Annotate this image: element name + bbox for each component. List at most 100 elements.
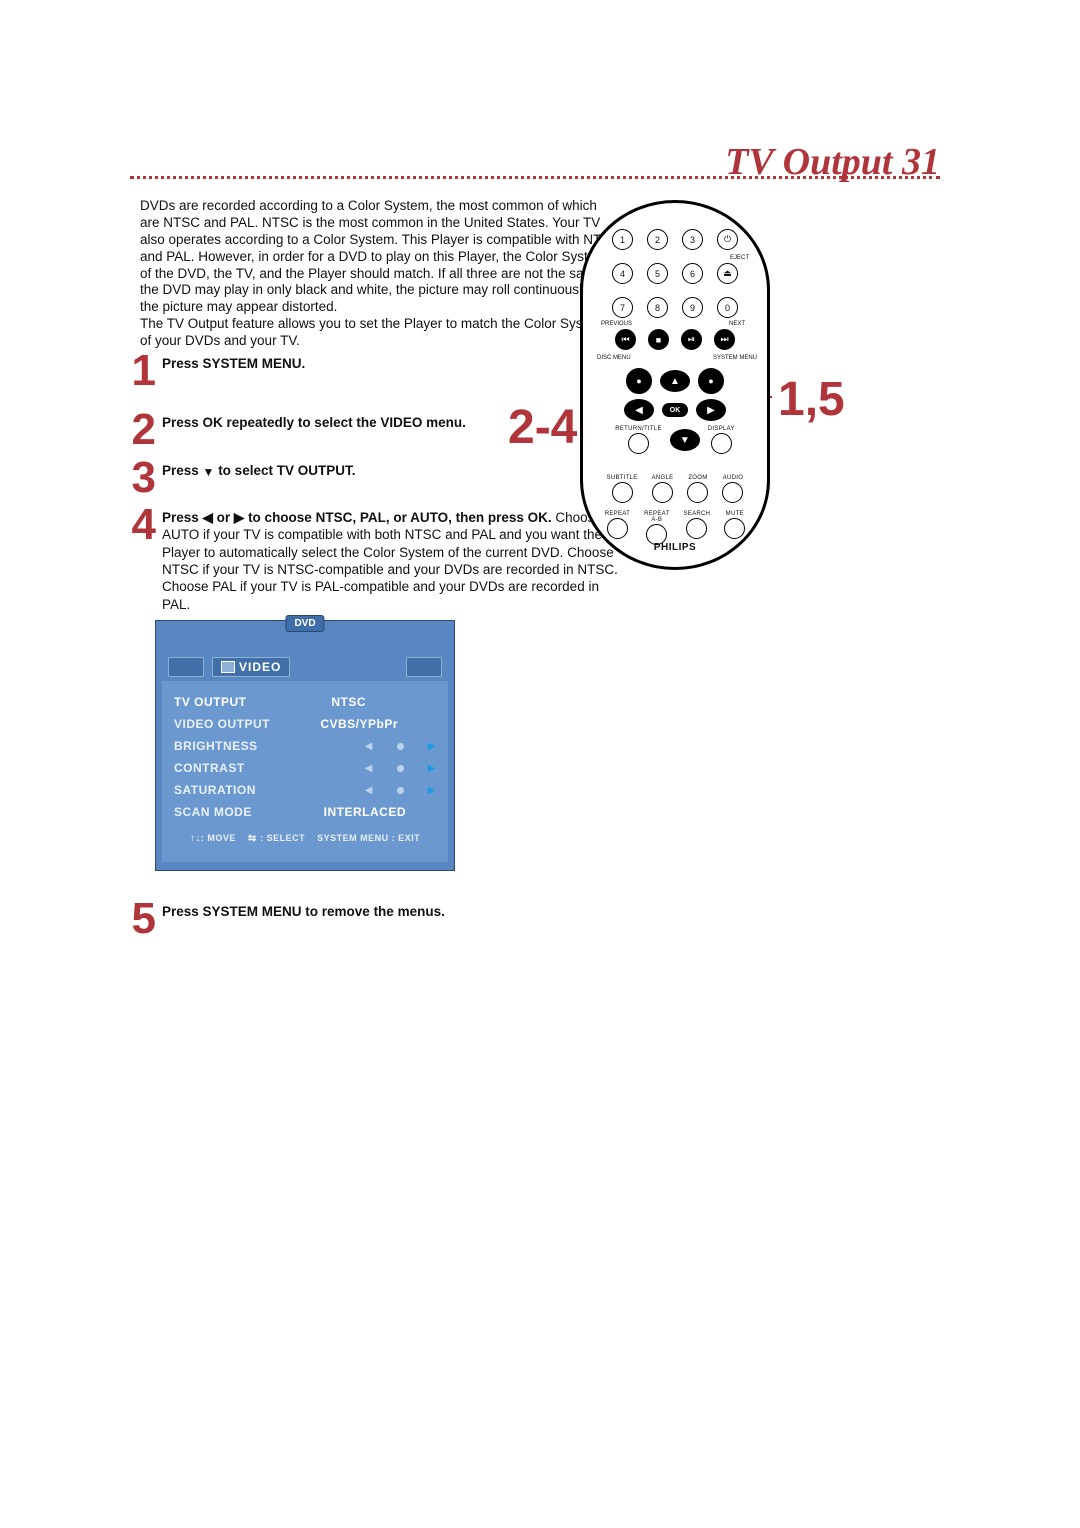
step-number: 1 — [120, 352, 156, 389]
manual-page: TV Output 31 DVDs are recorded according… — [0, 0, 1080, 1528]
remote-playpause-button: ⏯ — [681, 329, 702, 350]
remote-nav-cluster: ● ▲ ● ◀ OK ▶ RETURN/TITLE ▼ DISPLAY — [583, 368, 767, 454]
hint-move: : MOVE — [201, 833, 236, 843]
menu-item-label: TV OUTPUT — [174, 695, 247, 709]
remote-return-button — [628, 433, 649, 454]
remote-up-button: ▲ — [660, 370, 690, 392]
remote-eject-button: ⏏ — [717, 263, 738, 284]
remote-next-button: ⏭ — [714, 329, 735, 350]
callout-left: 2-4 — [508, 400, 577, 455]
remote-system-menu-button: ● — [698, 368, 724, 394]
down-arrow-icon: ▼ — [203, 465, 215, 480]
brand-logo: PHILIPS — [583, 542, 767, 553]
remote-key-8: 8 — [647, 297, 668, 318]
remote-key-0: 0 — [717, 297, 738, 318]
step-3: 3 Press ▼ to select TV OUTPUT. — [120, 459, 620, 496]
return-title-label: RETURN/TITLE — [615, 426, 662, 432]
display-label: DISPLAY — [708, 426, 735, 432]
remote-display-button — [711, 433, 732, 454]
callout-right: 1,5 — [778, 372, 845, 427]
menu-tab-general-icon — [168, 657, 204, 677]
menu-item-label: SATURATION — [174, 783, 256, 797]
left-right-arrow-icon: ◀ or ▶ — [203, 510, 245, 525]
remote-mute-button — [724, 518, 745, 539]
step-number: 2 — [120, 411, 156, 448]
menu-row-brightness: BRIGHTNESS ◀▶ — [174, 735, 436, 757]
intro-text: DVDs are recorded according to a Color S… — [140, 198, 620, 350]
remote-key-4: 4 — [612, 263, 633, 284]
menu-row-video-output: VIDEO OUTPUT CVBS/YPbPr — [174, 713, 436, 735]
remote-left-button: ◀ — [624, 399, 654, 421]
video-tab-label: VIDEO — [239, 660, 281, 674]
remote-illustration: 1 2 3 ⏻ EJECT 4 5 6 ⏏ 7 8 9 0 PREVIOUS N… — [580, 200, 770, 570]
step-bold: Press OK repeatedly to select the VIDEO … — [162, 415, 466, 430]
remote-down-button: ▼ — [670, 429, 700, 451]
menu-row-contrast: CONTRAST ◀▶ — [174, 757, 436, 779]
step-rest: Choose AUTO if your TV is compatible wit… — [162, 510, 618, 611]
zoom-label: ZOOM — [688, 475, 707, 481]
remote-right-button: ▶ — [696, 399, 726, 421]
menu-item-value: INTERLACED — [324, 805, 406, 819]
disc-menu-label: DISC MENU — [597, 355, 631, 361]
remote-key-3: 3 — [682, 229, 703, 250]
step-bold-pre: Press — [162, 463, 203, 478]
subtitle-label: SUBTITLE — [607, 475, 638, 481]
remote-ok-button: OK — [662, 403, 688, 417]
search-label: SEARCH — [683, 511, 710, 517]
remote-repeat-button — [607, 518, 628, 539]
remote-audio-button — [722, 482, 743, 503]
menu-tab-display-icon — [406, 657, 442, 677]
slider-icon: ◀▶ — [365, 785, 436, 796]
step-4: 4 Press ◀ or ▶ to choose NTSC, PAL, or A… — [120, 506, 620, 613]
menu-tabbar: VIDEO — [168, 657, 442, 677]
menu-row-tv-output: TV OUTPUT NTSC — [174, 691, 436, 713]
title-divider — [130, 176, 940, 179]
menu-item-value: CVBS/YPbPr — [320, 717, 398, 731]
step-bold-post: to choose NTSC, PAL, or AUTO, then press… — [244, 510, 551, 525]
remote-power-button: ⏻ — [717, 229, 738, 250]
slider-icon: ◀▶ — [365, 741, 436, 752]
menu-item-value: NTSC — [331, 695, 366, 709]
system-menu-label: SYSTEM MENU — [713, 355, 757, 361]
remote-key-9: 9 — [682, 297, 703, 318]
intro-p2: The TV Output feature allows you to set … — [140, 316, 620, 350]
menu-body: TV OUTPUT NTSC VIDEO OUTPUT CVBS/YPbPr B… — [162, 681, 448, 862]
step-number: 4 — [120, 506, 156, 543]
repeat-label: REPEAT — [605, 511, 630, 517]
remote-disc-menu-button: ● — [626, 368, 652, 394]
video-tab-icon — [221, 661, 235, 673]
remote-angle-button — [652, 482, 673, 503]
step-bold: Press SYSTEM MENU. — [162, 356, 305, 371]
osd-menu-screenshot: DVD VIDEO TV OUTPUT NTSC VIDEO OUTPUT CV… — [155, 620, 455, 871]
intro-p1: DVDs are recorded according to a Color S… — [140, 198, 620, 316]
remote-prev-button: ⏮ — [615, 329, 636, 350]
hint-exit: SYSTEM MENU : EXIT — [317, 833, 420, 843]
mute-label: MUTE — [726, 511, 744, 517]
remote-search-button — [686, 518, 707, 539]
menu-tab-video: VIDEO — [212, 657, 290, 677]
remote-key-5: 5 — [647, 263, 668, 284]
remote-key-1: 1 — [612, 229, 633, 250]
steps-list: 1 Press SYSTEM MENU. 2 Press OK repeated… — [120, 352, 620, 623]
menu-row-saturation: SATURATION ◀▶ — [174, 779, 436, 801]
remote-key-6: 6 — [682, 263, 703, 284]
menu-item-label: VIDEO OUTPUT — [174, 717, 270, 731]
menu-row-scan-mode: SCAN MODE INTERLACED — [174, 801, 436, 823]
remote-key-7: 7 — [612, 297, 633, 318]
dvd-badge: DVD — [285, 615, 324, 632]
menu-item-label: SCAN MODE — [174, 805, 252, 819]
menu-item-label: CONTRAST — [174, 761, 245, 775]
step-bold-post: to select TV OUTPUT. — [214, 463, 355, 478]
next-label: NEXT — [729, 321, 745, 327]
remote-subtitle-button — [612, 482, 633, 503]
remote-zoom-button — [687, 482, 708, 503]
step-bold: Press SYSTEM MENU to remove the menus. — [162, 904, 445, 919]
menu-hints: ↑↓: MOVE ⇆ : SELECT SYSTEM MENU : EXIT — [174, 833, 436, 844]
audio-label: AUDIO — [723, 475, 744, 481]
menu-item-label: BRIGHTNESS — [174, 739, 258, 753]
step-5-block: 5 Press SYSTEM MENU to remove the menus. — [120, 900, 620, 947]
slider-icon: ◀▶ — [365, 763, 436, 774]
remote-stop-button: ■ — [648, 329, 669, 350]
leftright-arrow-icon: ⇆ — [248, 833, 260, 844]
step-bold-pre: Press — [162, 510, 203, 525]
